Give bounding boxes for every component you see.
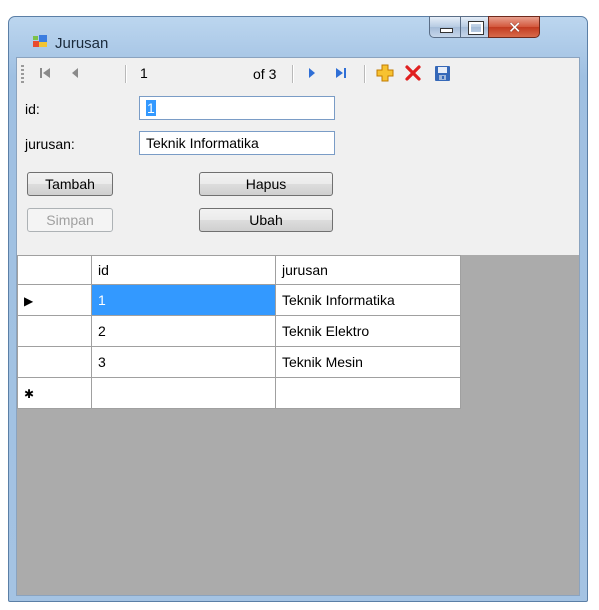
id-field-value: 1 xyxy=(146,100,156,116)
move-previous-icon[interactable] xyxy=(65,64,85,82)
move-next-icon[interactable] xyxy=(302,64,322,82)
cell-id[interactable]: 3 xyxy=(91,346,276,378)
toolbar-grip[interactable] xyxy=(21,65,24,83)
move-first-icon[interactable] xyxy=(35,64,55,82)
add-new-icon[interactable] xyxy=(374,64,396,82)
cell-id[interactable]: 2 xyxy=(91,315,276,347)
new-row[interactable]: ✱ xyxy=(17,377,461,409)
cell-id[interactable]: 1 xyxy=(91,284,276,316)
table-row[interactable]: 2 Teknik Elektro xyxy=(17,315,461,347)
table-row[interactable]: ▶ 1 Teknik Informatika xyxy=(17,284,461,316)
minimize-icon xyxy=(440,28,453,33)
grid-header-row: id jurusan xyxy=(17,255,461,285)
binding-navigator: 1 of 3 xyxy=(17,58,579,88)
form-window: Jurusan ✕ 1 of 3 id: 1 jurusan: Teknik I… xyxy=(8,16,588,602)
form-app-icon xyxy=(33,35,47,49)
ubah-button[interactable]: Ubah xyxy=(199,208,333,232)
column-header-jurusan[interactable]: jurusan xyxy=(275,255,461,285)
grid-table: id jurusan ▶ 1 Teknik Informatika 2 Tekn… xyxy=(17,255,461,409)
toolbar-separator xyxy=(125,65,127,83)
data-grid[interactable]: id jurusan ▶ 1 Teknik Informatika 2 Tekn… xyxy=(17,255,579,595)
cell-jurusan[interactable] xyxy=(275,377,461,409)
minimize-button[interactable] xyxy=(429,16,461,38)
current-row-indicator-icon: ▶ xyxy=(24,294,34,308)
cell-jurusan[interactable]: Teknik Informatika xyxy=(275,284,461,316)
row-header[interactable] xyxy=(17,346,92,378)
tambah-button[interactable]: Tambah xyxy=(27,172,113,196)
maximize-icon xyxy=(468,21,484,35)
simpan-button[interactable]: Simpan xyxy=(27,208,113,232)
close-icon: ✕ xyxy=(508,18,522,37)
new-row-asterisk-icon: ✱ xyxy=(24,387,35,401)
hapus-button[interactable]: Hapus xyxy=(199,172,333,196)
row-header[interactable]: ▶ xyxy=(17,284,92,316)
delete-icon[interactable] xyxy=(402,64,424,82)
row-header-corner[interactable] xyxy=(17,255,92,285)
id-label: id: xyxy=(25,101,40,117)
close-button[interactable]: ✕ xyxy=(488,16,540,38)
form-client-area: 1 of 3 id: 1 jurusan: Teknik Informatika… xyxy=(16,57,580,596)
move-last-icon[interactable] xyxy=(330,64,354,82)
count-label: of 3 xyxy=(253,66,277,82)
id-field[interactable]: 1 xyxy=(139,96,335,120)
column-header-id[interactable]: id xyxy=(91,255,276,285)
position-input[interactable]: 1 xyxy=(136,64,246,83)
window-title: Jurusan xyxy=(55,35,109,52)
jurusan-field[interactable]: Teknik Informatika xyxy=(139,131,335,155)
cell-jurusan[interactable]: Teknik Mesin xyxy=(275,346,461,378)
jurusan-label: jurusan: xyxy=(25,136,75,152)
maximize-button[interactable] xyxy=(460,16,489,38)
row-header[interactable] xyxy=(17,315,92,347)
row-header[interactable]: ✱ xyxy=(17,377,92,409)
toolbar-separator xyxy=(292,65,294,83)
toolbar-separator xyxy=(364,65,366,83)
table-row[interactable]: 3 Teknik Mesin xyxy=(17,346,461,378)
cell-id[interactable] xyxy=(91,377,276,409)
cell-jurusan[interactable]: Teknik Elektro xyxy=(275,315,461,347)
save-icon[interactable] xyxy=(431,64,453,82)
